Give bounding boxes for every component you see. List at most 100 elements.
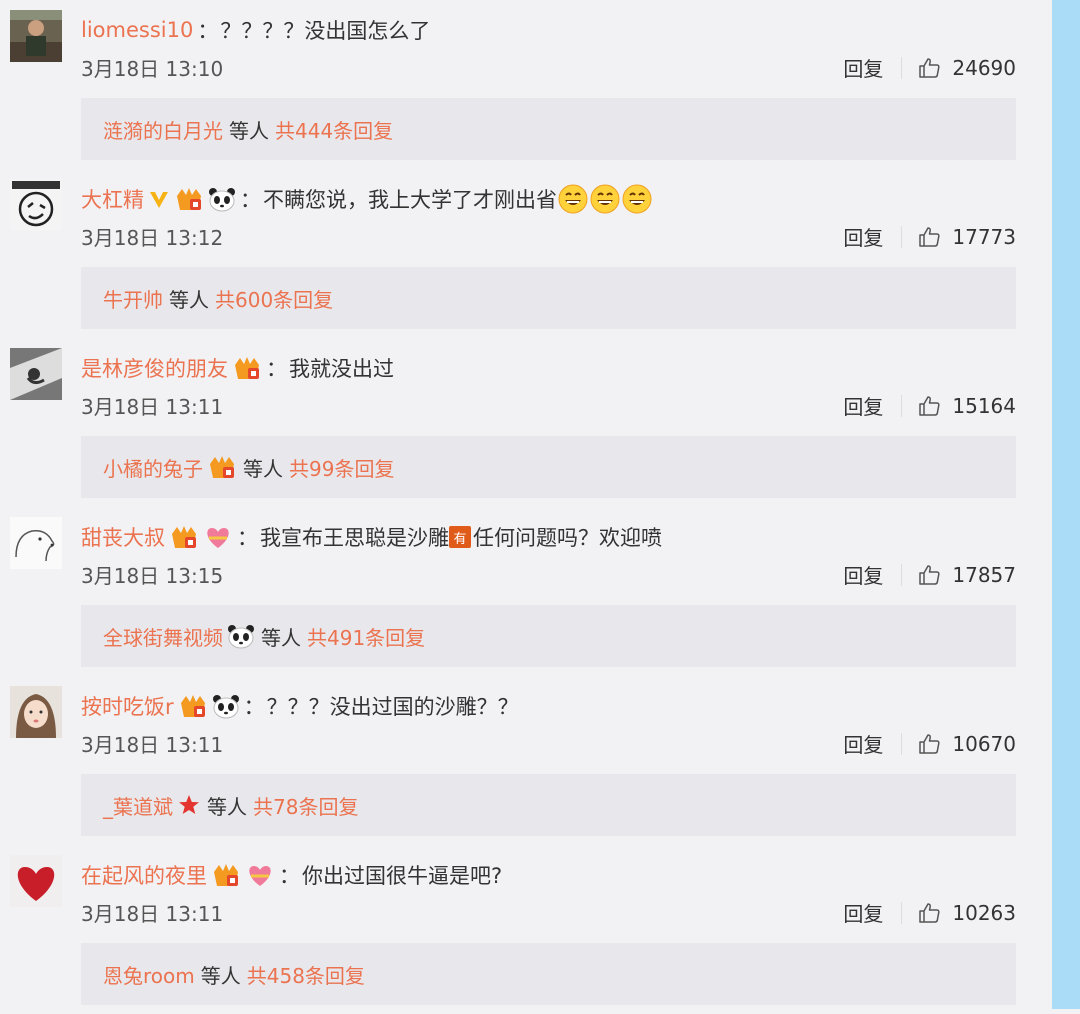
grin-emoji-icon <box>589 183 621 215</box>
comment-item: 大杠精 ： 不瞒您说，我上大学了才刚出省 3月18日 13:12 回复 1777… <box>0 169 1050 338</box>
reply-button[interactable]: 回复 <box>843 222 883 251</box>
comment-header: 在起风的夜里 ： 你出过国很牛逼是吧? <box>81 859 502 891</box>
comment-text: 你出过国很牛逼是吧? <box>302 864 503 888</box>
reply-count-link[interactable]: 共78条回复 <box>253 791 358 820</box>
like-count: 17857 <box>952 562 1016 587</box>
avatar[interactable] <box>10 855 62 907</box>
colon: ： <box>266 357 287 381</box>
comment-text: ？？？没出过国的沙雕？？ <box>266 695 519 719</box>
comment-item: 按时吃饭r ： ？？？没出过国的沙雕？？ 3月18日 13:11 回复 1067… <box>0 676 1050 845</box>
comment-time: 3月18日 13:11 <box>81 395 224 419</box>
like-count: 10263 <box>952 900 1016 925</box>
avatar[interactable] <box>10 10 62 62</box>
thumbs-up-icon[interactable] <box>918 225 942 249</box>
reply-username[interactable]: 恩兔room <box>103 960 195 989</box>
thumbs-up-icon[interactable] <box>918 394 942 418</box>
reply-mid-text: 等人 <box>261 625 301 650</box>
panda-icon <box>208 186 236 212</box>
username-link[interactable]: 大杠精 <box>81 184 144 214</box>
reply-summary-box[interactable]: 牛开帅 等人 共600条回复 <box>81 267 1016 329</box>
colon: ： <box>279 864 300 888</box>
reply-mid-text: 等人 <box>200 963 241 988</box>
comment-item: 在起风的夜里 ： 你出过国很牛逼是吧? 3月18日 13:11 回复 10263… <box>0 845 1050 1014</box>
comment-actions: 回复 10670 <box>843 729 1016 758</box>
colon: ： <box>240 188 261 212</box>
reply-mid-text: 等人 <box>243 456 283 481</box>
reply-count-link[interactable]: 共600条回复 <box>215 284 333 313</box>
comment-header: 大杠精 ： 不瞒您说，我上大学了才刚出省 <box>81 183 653 215</box>
reply-summary-box[interactable]: 涟漪的白月光 等人 共444条回复 <box>81 98 1016 160</box>
reply-button[interactable]: 回复 <box>843 560 883 589</box>
thumbs-up-icon[interactable] <box>918 732 942 756</box>
panda-icon <box>212 693 240 719</box>
grin-emoji-icon <box>557 183 589 215</box>
avatar[interactable] <box>10 517 62 569</box>
comment-text-after: 任何问题吗？欢迎喷 <box>473 526 662 550</box>
reply-count-link[interactable]: 共458条回复 <box>247 960 365 989</box>
you-emoji-icon: 有 <box>449 526 471 548</box>
comment-header: 是林彦俊的朋友 ： 我就没出过 <box>81 352 394 384</box>
thumbs-up-icon[interactable] <box>918 901 942 925</box>
like-count: 10670 <box>952 731 1016 756</box>
reply-username[interactable]: 全球街舞视频 <box>103 622 223 651</box>
comment-header: liomessi10 ： ？？？？没出国怎么了 <box>81 14 430 46</box>
avatar[interactable] <box>10 179 62 231</box>
like-count: 15164 <box>952 393 1016 418</box>
avatar[interactable] <box>10 348 62 400</box>
comment-header: 甜丧大叔 ： 我宣布王思聪是沙雕 有 任何问题吗？欢迎喷 <box>81 521 662 553</box>
divider <box>901 563 903 586</box>
reply-count-link[interactable]: 共99条回复 <box>289 453 394 482</box>
panda-icon <box>227 623 255 649</box>
reply-summary-box[interactable]: 全球街舞视频 等人 共491条回复 <box>81 605 1016 667</box>
reply-username[interactable]: 小橘的兔子 <box>103 453 203 482</box>
crown-badge-icon <box>169 524 199 550</box>
reply-username[interactable]: 涟漪的白月光 <box>103 115 223 144</box>
divider <box>901 901 903 924</box>
crown-badge-icon <box>211 862 241 888</box>
colon: ： <box>197 19 219 43</box>
reply-count-link[interactable]: 共491条回复 <box>307 622 425 651</box>
crown-badge-icon <box>207 454 237 480</box>
reply-button[interactable]: 回复 <box>843 391 883 420</box>
thumbs-up-icon[interactable] <box>918 56 942 80</box>
comment-actions: 回复 10263 <box>843 898 1016 927</box>
username-link[interactable]: 按时吃饭r <box>81 691 174 721</box>
colon: ： <box>237 526 258 550</box>
gold-v-icon <box>148 188 170 210</box>
username-link[interactable]: 甜丧大叔 <box>81 522 165 552</box>
divider <box>901 56 903 79</box>
comment-time: 3月18日 13:11 <box>81 902 224 926</box>
thumbs-up-icon[interactable] <box>918 563 942 587</box>
like-count: 17773 <box>952 224 1016 249</box>
reply-summary-box[interactable]: 恩兔room 等人 共458条回复 <box>81 943 1016 1005</box>
comment-header: 按时吃饭r ： ？？？没出过国的沙雕？？ <box>81 690 519 722</box>
grin-emoji-icon <box>621 183 653 215</box>
reply-summary-box[interactable]: 小橘的兔子 等人 共99条回复 <box>81 436 1016 498</box>
divider <box>901 732 903 755</box>
username-link[interactable]: liomessi10 <box>81 18 193 42</box>
avatar[interactable] <box>10 686 62 738</box>
reply-count-link[interactable]: 共444条回复 <box>275 115 393 144</box>
reply-button[interactable]: 回复 <box>843 729 883 758</box>
comment-text: 不瞒您说，我上大学了才刚出省 <box>263 188 557 212</box>
reply-mid-text: 等人 <box>169 287 209 312</box>
reply-username[interactable]: _葉道斌 <box>103 791 173 820</box>
comment-actions: 回复 17857 <box>843 560 1016 589</box>
reply-summary-box[interactable]: _葉道斌 等人 共78条回复 <box>81 774 1016 836</box>
reply-button[interactable]: 回复 <box>843 53 883 82</box>
username-link[interactable]: 是林彦俊的朋友 <box>81 353 228 383</box>
comment-actions: 回复 15164 <box>843 391 1016 420</box>
like-count: 24690 <box>952 55 1016 80</box>
username-link[interactable]: 在起风的夜里 <box>81 860 207 890</box>
crown-badge-icon <box>174 186 204 212</box>
reply-username[interactable]: 牛开帅 <box>103 284 163 313</box>
red-star-icon <box>177 793 201 817</box>
right-scroll-panel <box>1052 0 1080 1009</box>
colon: ： <box>243 695 265 719</box>
comment-item: 是林彦俊的朋友 ： 我就没出过 3月18日 13:11 回复 15164 小橘的… <box>0 338 1050 507</box>
divider <box>901 394 903 417</box>
comment-text-before: 我宣布王思聪是沙雕 <box>260 526 449 550</box>
heart-badge-icon <box>203 524 233 550</box>
crown-badge-icon <box>178 693 208 719</box>
reply-button[interactable]: 回复 <box>843 898 883 927</box>
